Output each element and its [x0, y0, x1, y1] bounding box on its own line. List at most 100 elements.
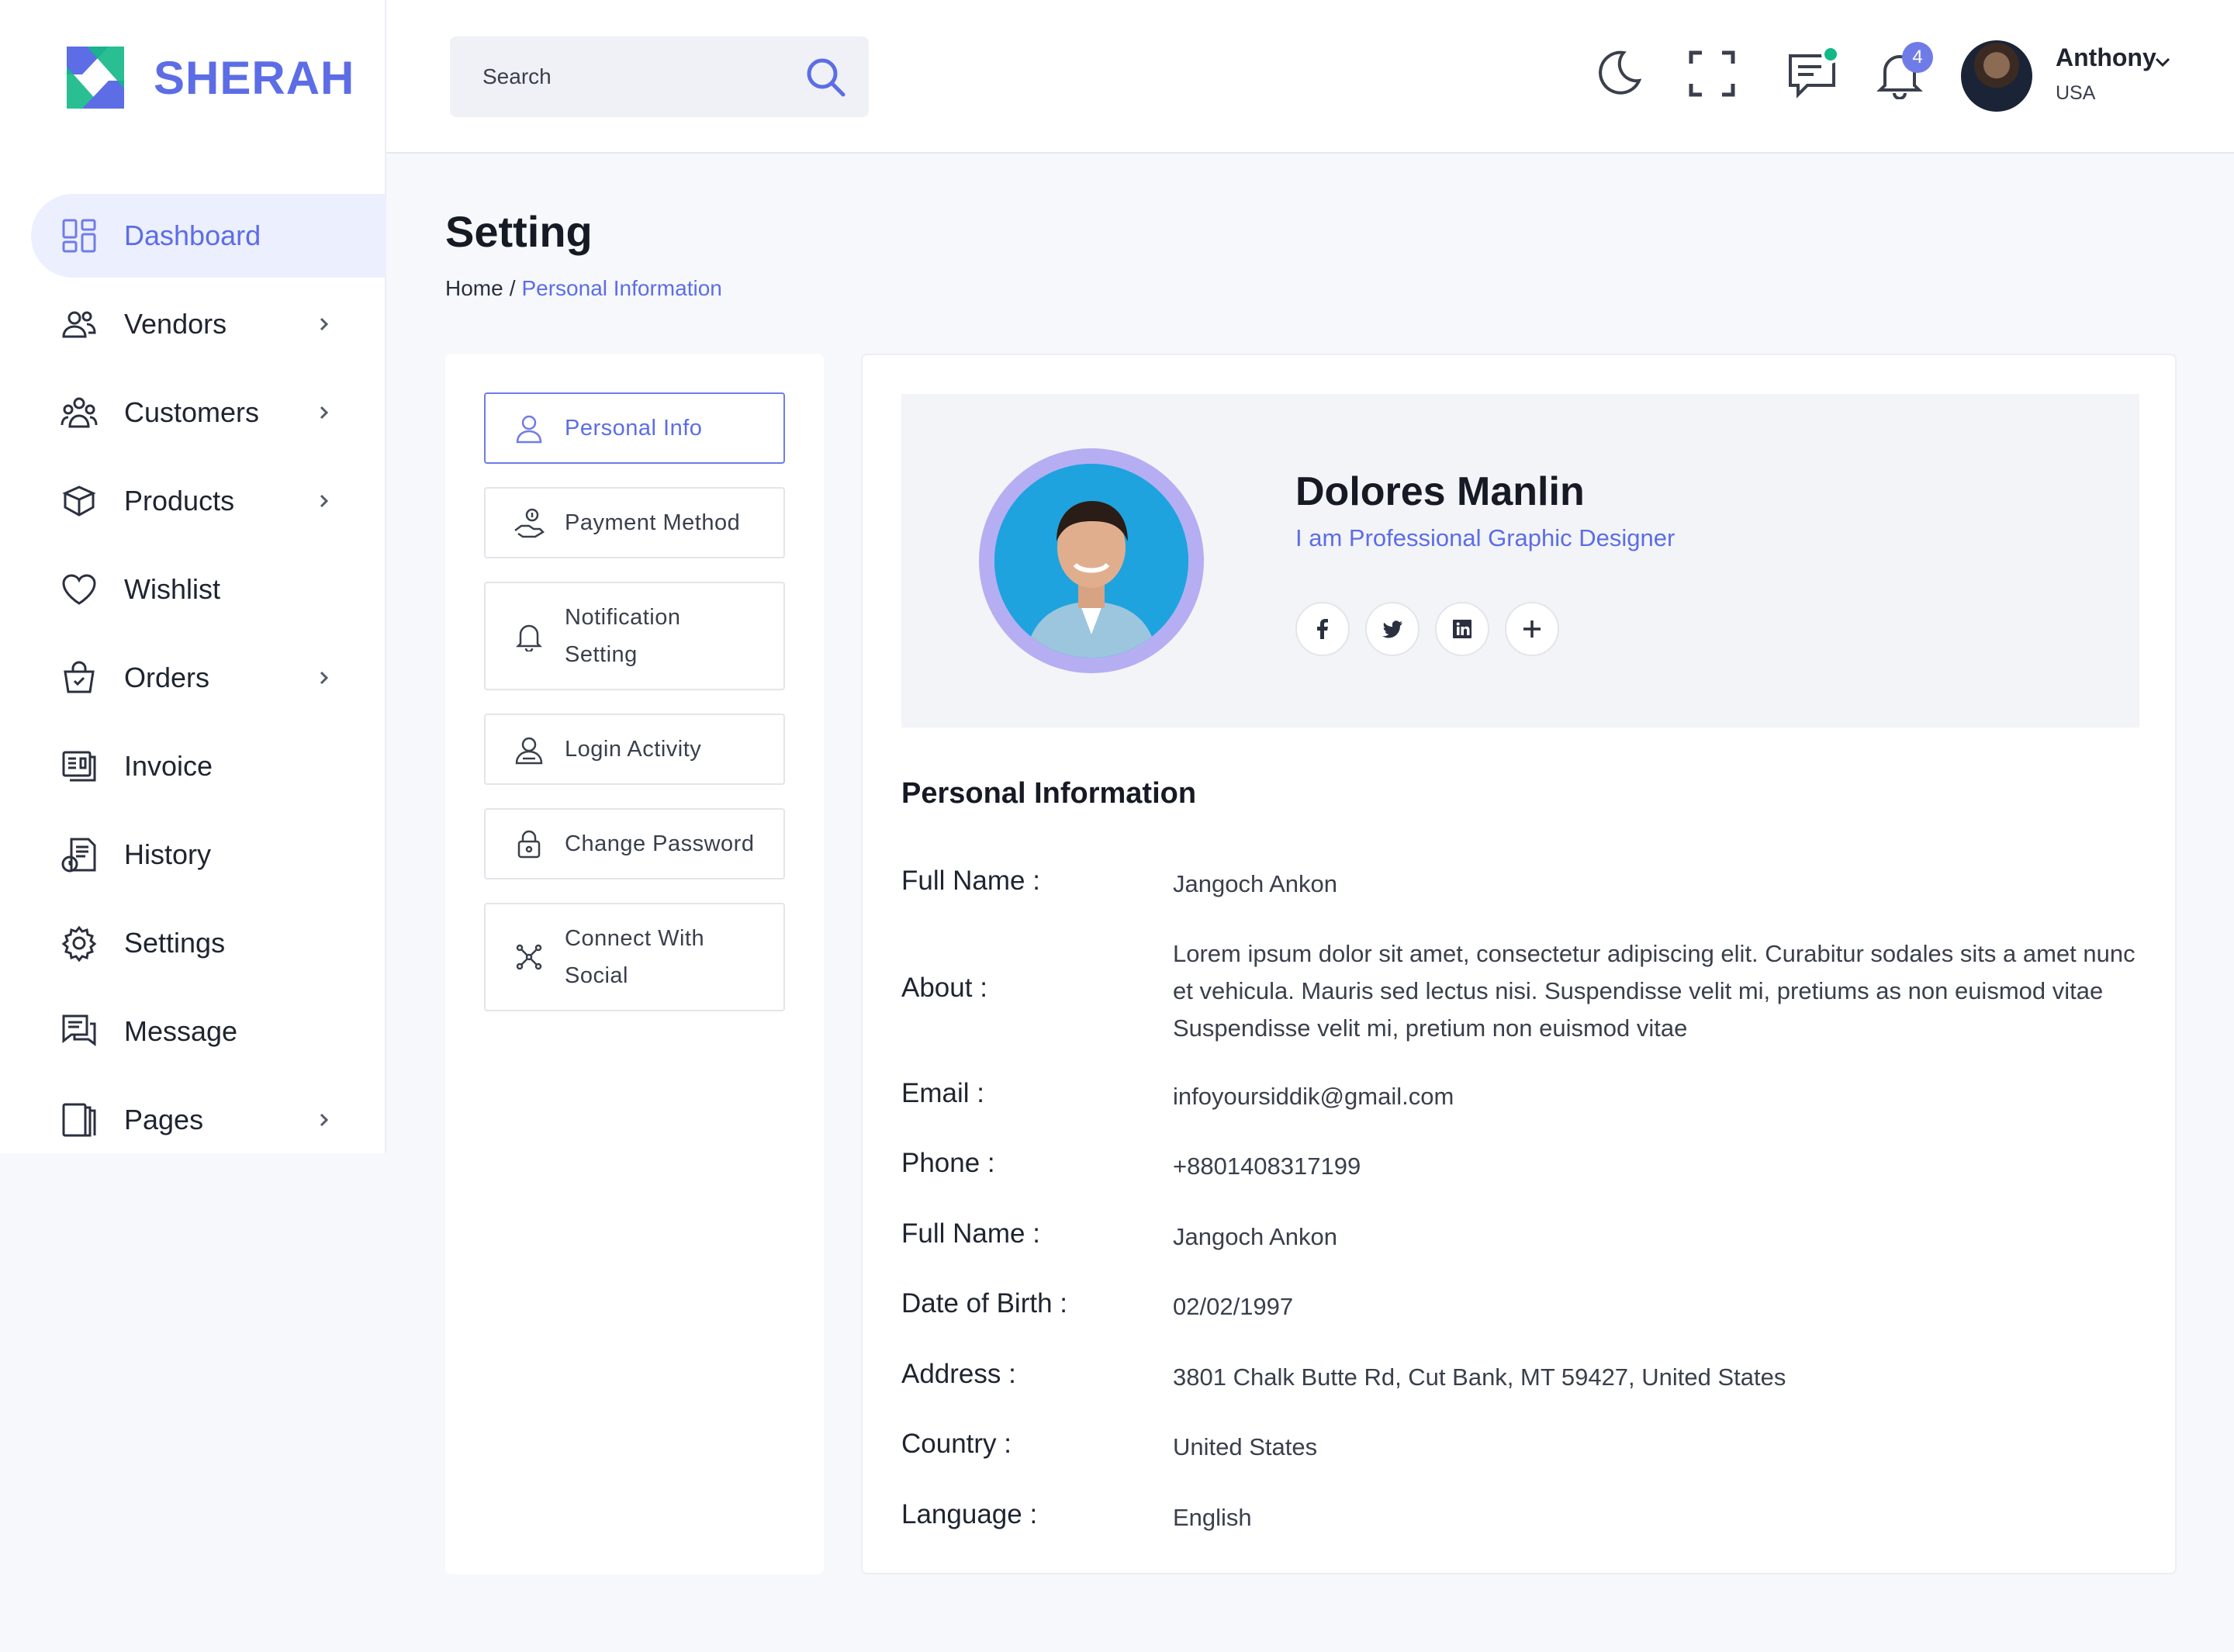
- tab-label: Change Password: [565, 831, 755, 856]
- info-value: English: [1173, 1504, 1252, 1531]
- sidebar-item-message[interactable]: Message: [31, 990, 386, 1073]
- profile-role: I am Professional Graphic Designer: [1295, 524, 1676, 551]
- user-country: USA: [2056, 82, 2096, 104]
- sidebar-item-settings[interactable]: Settings: [31, 901, 386, 985]
- notification-badge: 4: [1902, 42, 1933, 73]
- chevron-right-icon: [320, 494, 329, 508]
- profile-photo-ring: [979, 448, 1204, 673]
- sidebar-nav: Dashboard Vendors Customers Products Wis…: [31, 194, 386, 1166]
- payment-icon: [514, 508, 545, 538]
- profile-name: Dolores Manlin: [1295, 469, 1585, 514]
- info-label: Address :: [901, 1359, 1016, 1389]
- tab-payment-method[interactable]: Payment Method: [484, 487, 785, 558]
- tab-notification-setting[interactable]: Notification Setting: [484, 582, 785, 690]
- tab-change-password[interactable]: Change Password: [484, 808, 785, 880]
- sidebar-item-orders[interactable]: Orders: [31, 636, 386, 720]
- box-icon: [62, 486, 96, 517]
- info-row-email: Email : infoyoursiddik@gmail.com: [901, 1078, 2142, 1115]
- sidebar-item-history[interactable]: History: [31, 813, 386, 897]
- info-label: About :: [901, 973, 987, 1003]
- sidebar-item-label: Invoice: [124, 750, 213, 782]
- tab-label: Notification Setting: [565, 599, 680, 673]
- notifications-button[interactable]: 4: [1874, 42, 1933, 99]
- sidebar-item-label: Customers: [124, 396, 260, 428]
- info-value: infoyoursiddik@gmail.com: [1173, 1083, 1454, 1110]
- bell-icon: [515, 624, 543, 651]
- chevron-right-icon: [320, 406, 329, 420]
- sidebar-item-dashboard[interactable]: Dashboard: [31, 194, 386, 278]
- settings-menu: Personal Info Payment Method Notificatio…: [445, 354, 824, 1574]
- pages-icon: [62, 1103, 96, 1137]
- profile-photo[interactable]: [994, 464, 1188, 658]
- users-icon: [62, 311, 96, 338]
- info-label: Phone :: [901, 1148, 995, 1178]
- history-icon: [61, 838, 96, 873]
- sidebar-item-invoice[interactable]: Invoice: [31, 724, 386, 808]
- tab-label: Login Activity: [565, 737, 702, 762]
- fullscreen-icon[interactable]: [1686, 48, 1738, 99]
- search-bar[interactable]: Search: [450, 36, 869, 117]
- linkedin-icon: [1453, 620, 1471, 638]
- tab-label: Personal Info: [565, 416, 703, 441]
- moon-icon[interactable]: [1593, 48, 1644, 99]
- sidebar-item-products[interactable]: Products: [31, 459, 386, 543]
- info-row-date-of-birth: Date of Birth : 02/02/1997: [901, 1288, 2142, 1325]
- info-row-phone: Phone : +8801408317199: [901, 1148, 2142, 1185]
- chevron-right-icon: [320, 671, 329, 685]
- message-icon: [62, 1014, 96, 1046]
- brand-logo[interactable]: SHERAH: [61, 43, 354, 112]
- tab-connect-social[interactable]: Connect With Social: [484, 903, 785, 1011]
- messages-button[interactable]: [1787, 45, 1840, 99]
- tab-label: Payment Method: [565, 510, 741, 535]
- facebook-icon: [1317, 619, 1328, 639]
- sidebar-item-pages[interactable]: Pages: [31, 1078, 386, 1162]
- info-row-full-name-2: Full Name : Jangoch Ankon: [901, 1218, 2142, 1256]
- avatar[interactable]: [1961, 40, 2032, 112]
- tab-login-activity[interactable]: Login Activity: [484, 714, 785, 785]
- section-title: Personal Information: [901, 777, 1197, 810]
- search-input[interactable]: Search: [482, 64, 552, 89]
- info-value: 3801 Chalk Butte Rd, Cut Bank, MT 59427,…: [1173, 1363, 1786, 1391]
- social-links: [1295, 602, 1575, 656]
- facebook-link[interactable]: [1295, 602, 1350, 656]
- tab-personal-info[interactable]: Personal Info: [484, 392, 785, 464]
- sidebar-item-label: Products: [124, 485, 235, 517]
- chevron-right-icon: [320, 317, 329, 331]
- breadcrumb: Home / Personal Information: [445, 276, 722, 301]
- info-label: Country :: [901, 1429, 1012, 1459]
- info-value: Jangoch Ankon: [1173, 1223, 1338, 1250]
- dashboard-icon: [62, 219, 96, 253]
- add-social-link[interactable]: [1505, 602, 1559, 656]
- linkedin-link[interactable]: [1435, 602, 1489, 656]
- sidebar-item-label: Orders: [124, 662, 210, 693]
- invoice-icon: [62, 751, 96, 782]
- breadcrumb-home[interactable]: Home: [445, 276, 503, 300]
- page-title: Setting: [445, 207, 593, 256]
- twitter-link[interactable]: [1365, 602, 1420, 656]
- user-name[interactable]: Anthony: [2056, 43, 2156, 72]
- breadcrumb-separator: /: [509, 276, 516, 300]
- tab-label: Connect With Social: [565, 920, 704, 994]
- profile-photo-image: [994, 464, 1188, 658]
- sidebar: SHERAH Dashboard Vendors Customers Produ…: [0, 0, 386, 1153]
- top-header: Search 4 Anthony USA: [386, 0, 2234, 154]
- info-value: +8801408317199: [1173, 1153, 1361, 1180]
- sidebar-item-vendors[interactable]: Vendors: [31, 282, 386, 366]
- info-row-full-name: Full Name : Jangoch Ankon: [901, 866, 2142, 903]
- tab-label-line: Setting: [565, 642, 638, 667]
- info-row-address: Address : 3801 Chalk Butte Rd, Cut Bank,…: [901, 1359, 2142, 1396]
- twitter-icon: [1382, 620, 1402, 638]
- heart-icon: [62, 574, 96, 605]
- search-icon[interactable]: [804, 55, 847, 98]
- sidebar-item-customers[interactable]: Customers: [31, 371, 386, 454]
- info-value: 02/02/1997: [1173, 1293, 1294, 1320]
- tab-label-line: Social: [565, 963, 628, 988]
- profile-banner: Dolores Manlin I am Professional Graphic…: [901, 394, 2139, 728]
- sidebar-item-label: History: [124, 838, 212, 870]
- chevron-down-icon[interactable]: [2153, 53, 2172, 71]
- info-value: Jangoch Ankon: [1173, 870, 1338, 897]
- breadcrumb-current: Personal Information: [521, 276, 722, 300]
- tab-label-line: Connect With: [565, 926, 705, 951]
- basket-icon: [64, 661, 95, 693]
- sidebar-item-wishlist[interactable]: Wishlist: [31, 548, 386, 631]
